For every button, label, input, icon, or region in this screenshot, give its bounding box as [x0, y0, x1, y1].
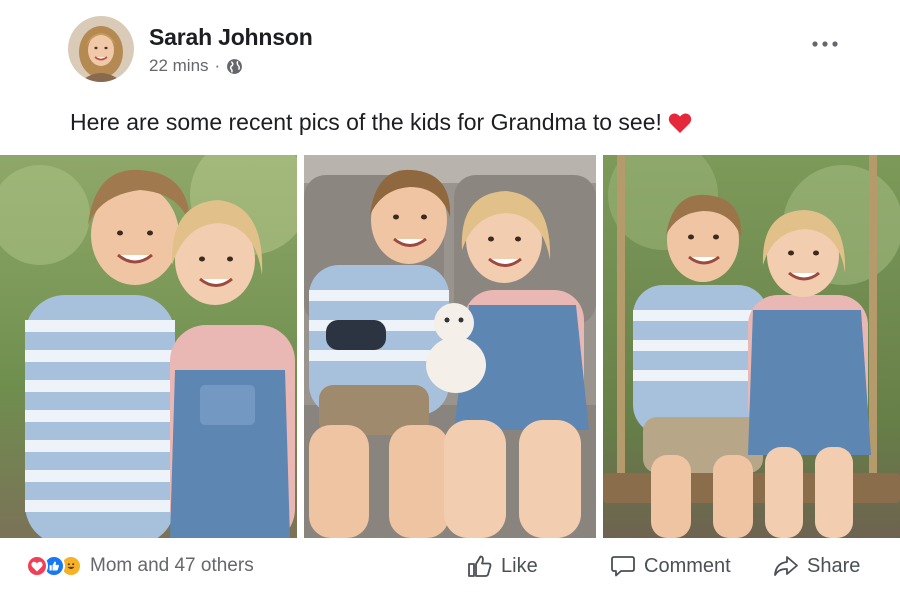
like-button[interactable]: Like [467, 554, 538, 578]
meta-separator: · [214, 56, 221, 75]
comment-icon [611, 556, 635, 577]
more-options-icon[interactable] [806, 30, 844, 58]
reactions-count[interactable]: Mom and 47 others [90, 555, 254, 577]
heart-icon [668, 112, 692, 134]
author-name[interactable]: Sarah Johnson [149, 24, 313, 51]
post-meta: 22 mins · [149, 56, 243, 76]
photo-kids-on-couch[interactable] [304, 155, 596, 538]
comment-button[interactable]: Comment [610, 554, 731, 578]
comment-label: Comment [644, 554, 731, 577]
post-text: Here are some recent pics of the kids fo… [70, 109, 692, 136]
share-button[interactable]: Share [773, 554, 860, 578]
photo-kids-on-swing[interactable] [603, 155, 900, 538]
post-time[interactable]: 22 mins [149, 56, 209, 76]
photo-kids-hugging[interactable] [0, 155, 297, 538]
share-label: Share [807, 554, 861, 577]
like-label: Like [501, 554, 538, 577]
avatar[interactable] [68, 16, 134, 82]
reactions-summary[interactable]: Mom and 47 others [26, 555, 254, 577]
post-footer: Mom and 47 others Like Comment Share [0, 540, 900, 600]
love-reaction-icon [26, 555, 48, 577]
share-icon [774, 556, 798, 576]
thumbs-up-icon [468, 555, 492, 577]
post-header: Sarah Johnson 22 mins · [0, 0, 900, 100]
globe-icon [226, 58, 243, 75]
post-message: Here are some recent pics of the kids fo… [70, 109, 662, 135]
